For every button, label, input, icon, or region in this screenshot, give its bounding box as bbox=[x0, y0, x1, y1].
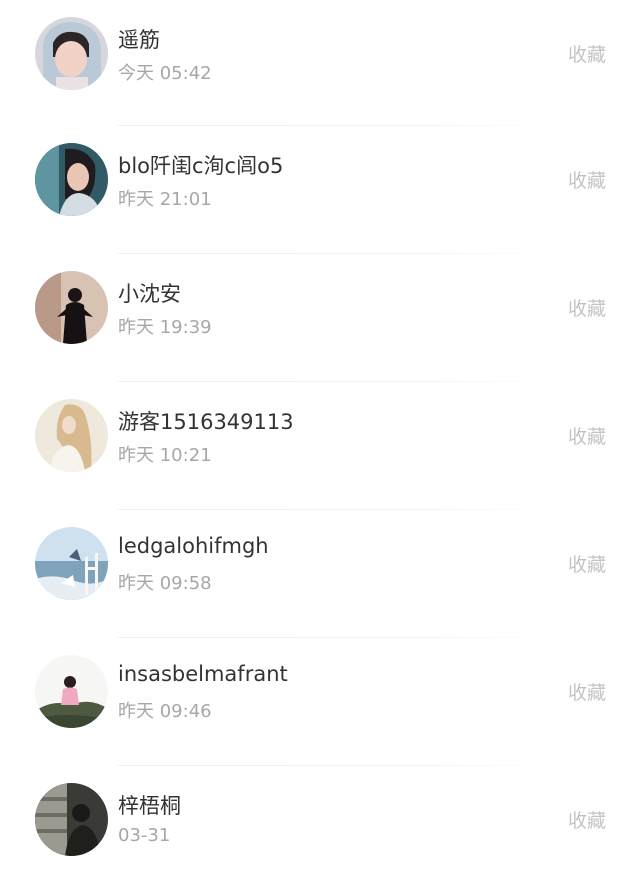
user-name: 梓梧桐 bbox=[118, 794, 181, 818]
avatar[interactable] bbox=[35, 143, 108, 216]
avatar-image bbox=[35, 527, 108, 600]
avatar-image bbox=[35, 271, 108, 344]
avatar-image bbox=[35, 655, 108, 728]
favorite-button[interactable]: 收藏 bbox=[568, 550, 606, 577]
list-item[interactable]: 遥筋 今天 05:42 收藏 bbox=[0, 0, 640, 126]
list-item[interactable]: 游客1516349113 昨天 10:21 收藏 bbox=[0, 382, 640, 510]
avatar[interactable] bbox=[35, 655, 108, 728]
favorite-button[interactable]: 收藏 bbox=[568, 166, 606, 193]
list-item[interactable]: 小沈安 昨天 19:39 收藏 bbox=[0, 254, 640, 382]
visit-time: 03-31 bbox=[118, 825, 171, 846]
visit-time: 昨天 10:21 bbox=[118, 445, 212, 466]
avatar-image bbox=[35, 783, 108, 856]
avatar[interactable] bbox=[35, 271, 108, 344]
favorite-button[interactable]: 收藏 bbox=[568, 40, 606, 67]
visit-time: 昨天 09:58 bbox=[118, 573, 212, 594]
list-item[interactable]: ledgalohifmgh 昨天 09:58 收藏 bbox=[0, 510, 640, 638]
favorite-button[interactable]: 收藏 bbox=[568, 806, 606, 833]
visit-time: 昨天 21:01 bbox=[118, 189, 212, 210]
avatar-image bbox=[35, 17, 108, 90]
favorite-button[interactable]: 收藏 bbox=[568, 678, 606, 705]
avatar-image bbox=[35, 143, 108, 216]
user-name: 遥筋 bbox=[118, 28, 160, 52]
avatar[interactable] bbox=[35, 17, 108, 90]
user-name: 游客1516349113 bbox=[118, 410, 294, 434]
visit-time: 今天 05:42 bbox=[118, 63, 212, 84]
user-name: ledgalohifmgh bbox=[118, 534, 269, 558]
visitor-list: 遥筋 今天 05:42 收藏 blo阡闺c洵c闾o5 昨天 21:01 收藏 小… bbox=[0, 0, 640, 894]
avatar[interactable] bbox=[35, 399, 108, 472]
list-item[interactable]: insasbelmafrant 昨天 09:46 收藏 bbox=[0, 638, 640, 766]
avatar[interactable] bbox=[35, 783, 108, 856]
visit-time: 昨天 19:39 bbox=[118, 317, 212, 338]
favorite-button[interactable]: 收藏 bbox=[568, 422, 606, 449]
visit-time: 昨天 09:46 bbox=[118, 701, 212, 722]
favorite-button[interactable]: 收藏 bbox=[568, 294, 606, 321]
list-item[interactable]: blo阡闺c洵c闾o5 昨天 21:01 收藏 bbox=[0, 126, 640, 254]
avatar[interactable] bbox=[35, 527, 108, 600]
user-name: insasbelmafrant bbox=[118, 662, 288, 686]
user-name: blo阡闺c洵c闾o5 bbox=[118, 154, 284, 178]
user-name: 小沈安 bbox=[118, 282, 181, 306]
list-item[interactable]: 梓梧桐 03-31 收藏 bbox=[0, 766, 640, 894]
avatar-image bbox=[35, 399, 108, 472]
